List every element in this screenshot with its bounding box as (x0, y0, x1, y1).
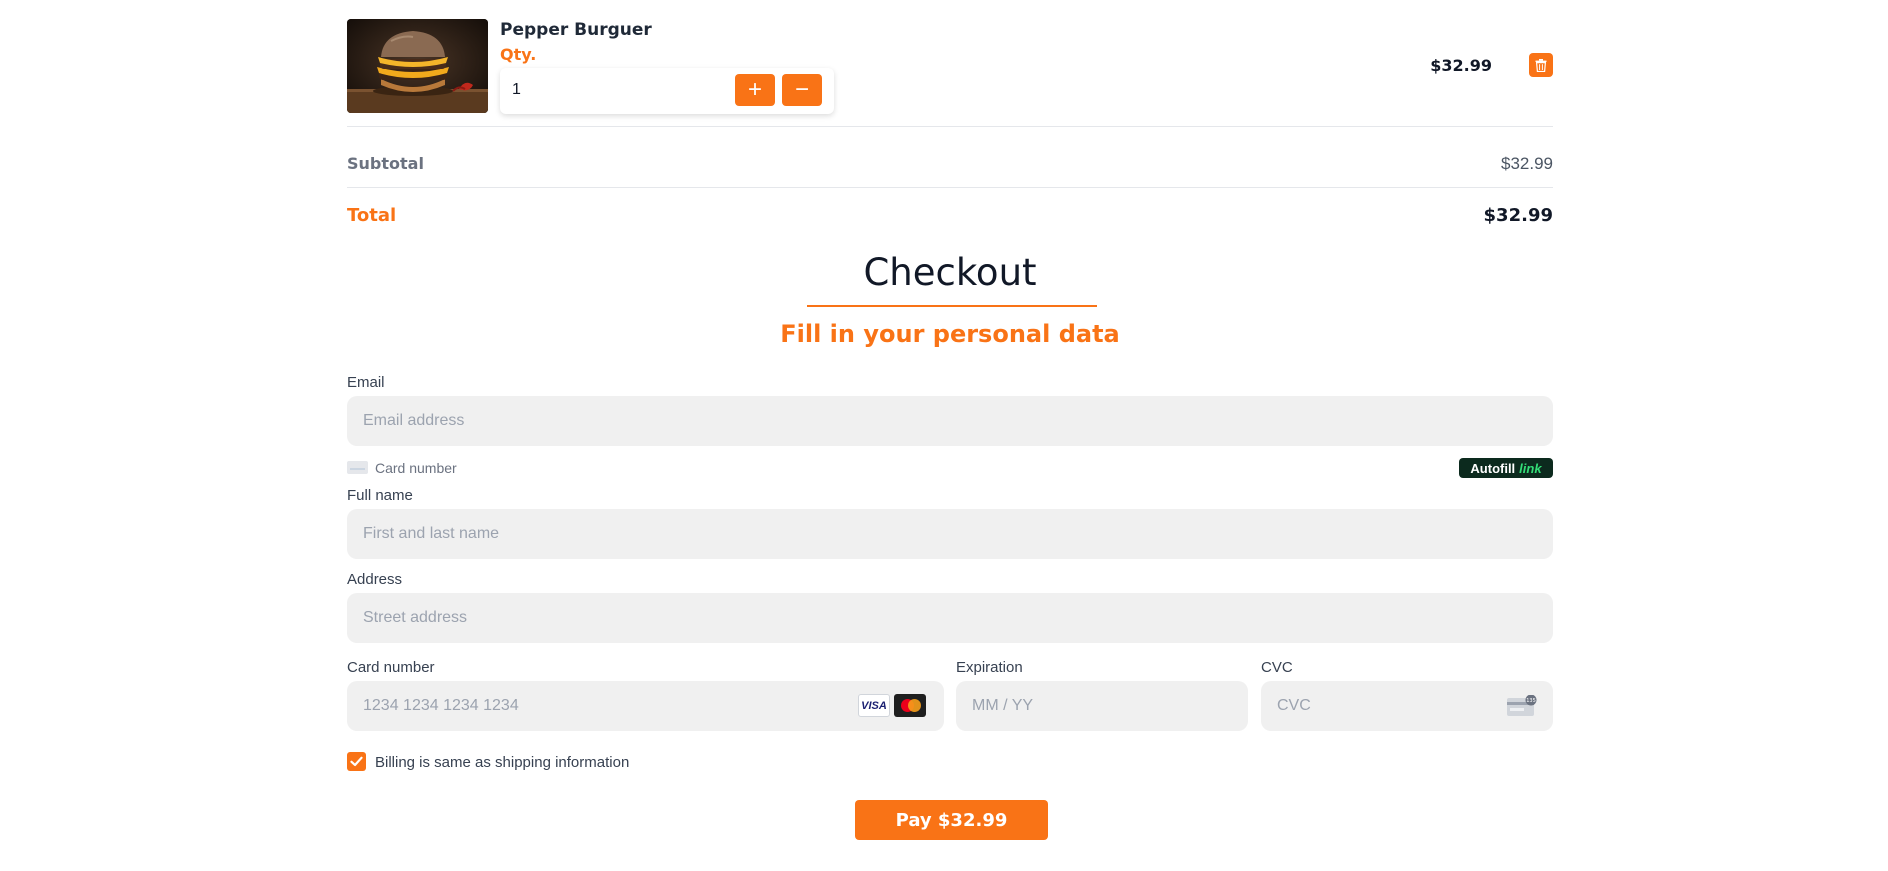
total-label: Total (347, 205, 397, 226)
cvc-card-icon: 135 (1507, 695, 1537, 716)
address-label: Address (347, 571, 403, 588)
page-subtitle: Fill in your personal data (780, 320, 1120, 348)
mastercard-icon (894, 694, 926, 717)
billing-same-label: Billing is same as shipping information (375, 754, 630, 771)
autofill-text: Autofill (1470, 460, 1516, 476)
link-logo: link (1519, 460, 1542, 476)
item-price: $32.99 (1430, 56, 1492, 75)
total-value: $32.99 (1483, 205, 1553, 226)
remove-item-button[interactable] (1529, 53, 1553, 77)
subtotal-row: Subtotal $32.99 (347, 127, 1553, 188)
expiration-field[interactable]: MM / YY (956, 681, 1248, 731)
card-number-field[interactable]: 1234 1234 1234 1234 VISA (347, 681, 944, 731)
cvc-field[interactable]: CVC 135 (1261, 681, 1553, 731)
qty-label: Qty. (500, 45, 537, 64)
increase-quantity-button[interactable]: + (735, 74, 775, 106)
page-title: Checkout (863, 251, 1037, 294)
quantity-stepper: 1 + − (500, 68, 834, 114)
card-number-placeholder: 1234 1234 1234 1234 (363, 697, 519, 714)
card-icon (347, 461, 368, 474)
email-field[interactable]: Email address (347, 396, 1553, 446)
svg-text:135: 135 (1526, 698, 1536, 704)
address-field[interactable]: Street address (347, 593, 1553, 643)
autofill-link-button[interactable]: Autofill link (1459, 458, 1553, 478)
link-autofill-row: Card number Autofill link (347, 458, 1553, 478)
link-card-label: Card number (375, 460, 457, 476)
cvc-label: CVC (1261, 659, 1293, 676)
quantity-input[interactable]: 1 (512, 81, 521, 99)
subtotal-label: Subtotal (347, 154, 424, 173)
full-name-placeholder: First and last name (363, 525, 500, 542)
checkmark-icon (350, 756, 363, 767)
expiration-placeholder: MM / YY (972, 697, 1034, 714)
pay-button[interactable]: Pay $32.99 (855, 800, 1048, 840)
email-label: Email (347, 374, 385, 391)
total-row: Total $32.99 (347, 188, 1553, 238)
billing-same-checkbox[interactable] (347, 752, 366, 771)
visa-icon: VISA (858, 694, 890, 717)
title-divider (807, 305, 1097, 307)
decrease-quantity-button[interactable]: − (782, 74, 822, 106)
email-placeholder: Email address (363, 412, 465, 429)
cart-item: Pepper Burguer Qty. 1 + − $32.99 (347, 0, 1553, 127)
burger-image (347, 19, 488, 113)
full-name-label: Full name (347, 487, 413, 504)
expiration-label: Expiration (956, 659, 1023, 676)
card-number-label: Card number (347, 659, 435, 676)
trash-icon (1535, 58, 1547, 72)
checkout-page: Pepper Burguer Qty. 1 + − $32.99 Subtota… (347, 0, 1553, 840)
subtotal-value: $32.99 (1501, 154, 1553, 173)
full-name-field[interactable]: First and last name (347, 509, 1553, 559)
item-name: Pepper Burguer (500, 20, 652, 40)
cvc-placeholder: CVC (1277, 697, 1311, 714)
address-placeholder: Street address (363, 609, 468, 626)
